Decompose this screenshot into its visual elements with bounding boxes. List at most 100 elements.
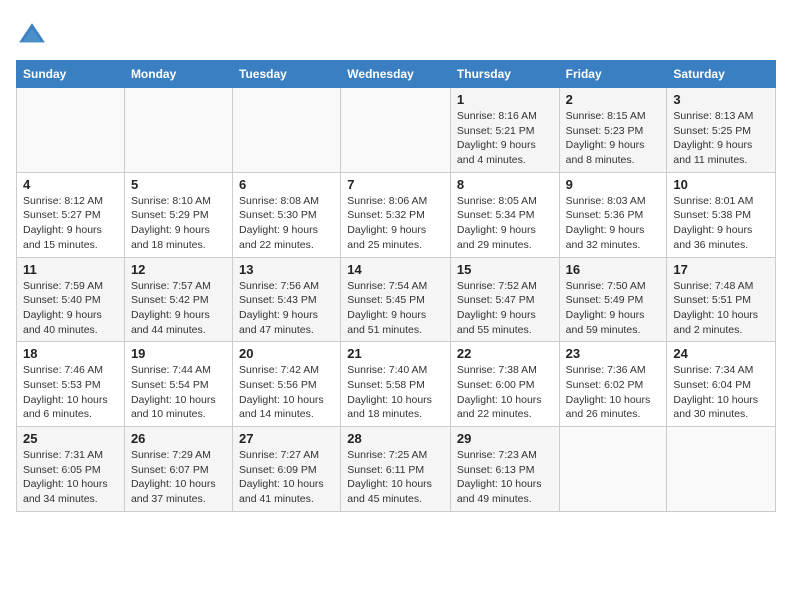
day-info: Sunrise: 8:12 AM Sunset: 5:27 PM Dayligh… (23, 194, 118, 253)
day-number: 10 (673, 177, 769, 192)
day-cell-10: 10 Sunrise: 8:01 AM Sunset: 5:38 PM Dayli… (667, 172, 776, 257)
day-cell-19: 19 Sunrise: 7:44 AM Sunset: 5:54 PM Dayli… (124, 342, 232, 427)
day-number: 15 (457, 262, 553, 277)
day-info: Sunrise: 8:01 AM Sunset: 5:38 PM Dayligh… (673, 194, 769, 253)
day-number: 11 (23, 262, 118, 277)
day-cell-29: 29 Sunrise: 7:23 AM Sunset: 6:13 PM Dayli… (450, 427, 559, 512)
day-info: Sunrise: 7:42 AM Sunset: 5:56 PM Dayligh… (239, 363, 334, 422)
day-cell-2: 2Sunrise: 8:15 AM Sunset: 5:23 PM Daylig… (559, 88, 667, 173)
day-info: Sunrise: 8:15 AM Sunset: 5:23 PM Dayligh… (566, 109, 661, 168)
day-cell-6: 6 Sunrise: 8:08 AM Sunset: 5:30 PM Daylig… (233, 172, 341, 257)
day-info: Sunrise: 7:57 AM Sunset: 5:42 PM Dayligh… (131, 279, 226, 338)
day-info: Sunrise: 8:16 AM Sunset: 5:21 PM Dayligh… (457, 109, 553, 168)
week-row-1: 1 Sunrise: 8:16 AM Sunset: 5:21 PM Daylig… (17, 88, 776, 173)
day-info: Sunrise: 7:36 AM Sunset: 6:02 PM Dayligh… (566, 363, 661, 422)
weekday-header-wednesday: Wednesday (341, 61, 451, 88)
day-number: 5 (131, 177, 226, 192)
day-cell-28: 28 Sunrise: 7:25 AM Sunset: 6:11 PM Dayli… (341, 427, 451, 512)
empty-cell (17, 88, 125, 173)
day-cell-25: 25Sunrise: 7:31 AM Sunset: 6:05 PM Dayli… (17, 427, 125, 512)
day-number: 21 (347, 346, 444, 361)
day-number: 25 (23, 431, 118, 446)
day-number: 9 (566, 177, 661, 192)
day-number: 4 (23, 177, 118, 192)
day-info: Sunrise: 7:29 AM Sunset: 6:07 PM Dayligh… (131, 448, 226, 507)
day-number: 28 (347, 431, 444, 446)
day-cell-9: 9 Sunrise: 8:03 AM Sunset: 5:36 PM Daylig… (559, 172, 667, 257)
day-info: Sunrise: 8:03 AM Sunset: 5:36 PM Dayligh… (566, 194, 661, 253)
day-number: 17 (673, 262, 769, 277)
day-number: 13 (239, 262, 334, 277)
day-number: 8 (457, 177, 553, 192)
day-info: Sunrise: 7:46 AM Sunset: 5:53 PM Dayligh… (23, 363, 118, 422)
weekday-header-row: SundayMondayTuesdayWednesdayThursdayFrid… (17, 61, 776, 88)
day-cell-3: 3Sunrise: 8:13 AM Sunset: 5:25 PM Daylig… (667, 88, 776, 173)
day-cell-24: 24 Sunrise: 7:34 AM Sunset: 6:04 PM Dayli… (667, 342, 776, 427)
day-info: Sunrise: 7:34 AM Sunset: 6:04 PM Dayligh… (673, 363, 769, 422)
day-info: Sunrise: 7:52 AM Sunset: 5:47 PM Dayligh… (457, 279, 553, 338)
day-cell-22: 22 Sunrise: 7:38 AM Sunset: 6:00 PM Dayli… (450, 342, 559, 427)
day-number: 16 (566, 262, 661, 277)
day-cell-5: 5 Sunrise: 8:10 AM Sunset: 5:29 PM Daylig… (124, 172, 232, 257)
day-info: Sunrise: 7:38 AM Sunset: 6:00 PM Dayligh… (457, 363, 553, 422)
day-cell-15: 15 Sunrise: 7:52 AM Sunset: 5:47 PM Dayli… (450, 257, 559, 342)
day-cell-20: 20 Sunrise: 7:42 AM Sunset: 5:56 PM Dayli… (233, 342, 341, 427)
calendar-table: SundayMondayTuesdayWednesdayThursdayFrid… (16, 60, 776, 512)
day-info: Sunrise: 8:05 AM Sunset: 5:34 PM Dayligh… (457, 194, 553, 253)
weekday-header-tuesday: Tuesday (233, 61, 341, 88)
day-info: Sunrise: 8:06 AM Sunset: 5:32 PM Dayligh… (347, 194, 444, 253)
empty-cell (667, 427, 776, 512)
day-cell-13: 13 Sunrise: 7:56 AM Sunset: 5:43 PM Dayli… (233, 257, 341, 342)
empty-cell (124, 88, 232, 173)
day-number: 7 (347, 177, 444, 192)
day-number: 22 (457, 346, 553, 361)
day-number: 29 (457, 431, 553, 446)
weekday-header-sunday: Sunday (17, 61, 125, 88)
weekday-header-thursday: Thursday (450, 61, 559, 88)
day-info: Sunrise: 7:40 AM Sunset: 5:58 PM Dayligh… (347, 363, 444, 422)
day-cell-7: 7 Sunrise: 8:06 AM Sunset: 5:32 PM Daylig… (341, 172, 451, 257)
day-number: 23 (566, 346, 661, 361)
day-cell-18: 18 Sunrise: 7:46 AM Sunset: 5:53 PM Dayli… (17, 342, 125, 427)
week-row-3: 11 Sunrise: 7:59 AM Sunset: 5:40 PM Dayli… (17, 257, 776, 342)
empty-cell (233, 88, 341, 173)
empty-cell (341, 88, 451, 173)
day-cell-4: 4 Sunrise: 8:12 AM Sunset: 5:27 PM Daylig… (17, 172, 125, 257)
week-row-5: 25Sunrise: 7:31 AM Sunset: 6:05 PM Dayli… (17, 427, 776, 512)
day-info: Sunrise: 7:54 AM Sunset: 5:45 PM Dayligh… (347, 279, 444, 338)
day-info: Sunrise: 7:25 AM Sunset: 6:11 PM Dayligh… (347, 448, 444, 507)
day-info: Sunrise: 8:10 AM Sunset: 5:29 PM Dayligh… (131, 194, 226, 253)
empty-cell (559, 427, 667, 512)
day-number: 20 (239, 346, 334, 361)
day-cell-1: 1 Sunrise: 8:16 AM Sunset: 5:21 PM Daylig… (450, 88, 559, 173)
day-info: Sunrise: 7:56 AM Sunset: 5:43 PM Dayligh… (239, 279, 334, 338)
day-info: Sunrise: 7:59 AM Sunset: 5:40 PM Dayligh… (23, 279, 118, 338)
weekday-header-saturday: Saturday (667, 61, 776, 88)
day-cell-23: 23 Sunrise: 7:36 AM Sunset: 6:02 PM Dayli… (559, 342, 667, 427)
day-number: 19 (131, 346, 226, 361)
day-number: 3 (673, 92, 769, 107)
day-number: 1 (457, 92, 553, 107)
day-info: Sunrise: 7:27 AM Sunset: 6:09 PM Dayligh… (239, 448, 334, 507)
day-number: 18 (23, 346, 118, 361)
day-info: Sunrise: 7:44 AM Sunset: 5:54 PM Dayligh… (131, 363, 226, 422)
day-number: 6 (239, 177, 334, 192)
day-cell-26: 26 Sunrise: 7:29 AM Sunset: 6:07 PM Dayli… (124, 427, 232, 512)
day-cell-8: 8 Sunrise: 8:05 AM Sunset: 5:34 PM Daylig… (450, 172, 559, 257)
day-number: 12 (131, 262, 226, 277)
day-cell-27: 27 Sunrise: 7:27 AM Sunset: 6:09 PM Dayli… (233, 427, 341, 512)
day-info: Sunrise: 7:48 AM Sunset: 5:51 PM Dayligh… (673, 279, 769, 338)
day-number: 27 (239, 431, 334, 446)
week-row-2: 4 Sunrise: 8:12 AM Sunset: 5:27 PM Daylig… (17, 172, 776, 257)
day-cell-21: 21 Sunrise: 7:40 AM Sunset: 5:58 PM Dayli… (341, 342, 451, 427)
day-number: 14 (347, 262, 444, 277)
page-header (16, 16, 776, 52)
logo (16, 20, 52, 52)
day-info: Sunrise: 8:08 AM Sunset: 5:30 PM Dayligh… (239, 194, 334, 253)
day-cell-12: 12 Sunrise: 7:57 AM Sunset: 5:42 PM Dayli… (124, 257, 232, 342)
day-cell-14: 14 Sunrise: 7:54 AM Sunset: 5:45 PM Dayli… (341, 257, 451, 342)
day-number: 26 (131, 431, 226, 446)
day-number: 24 (673, 346, 769, 361)
day-info: Sunrise: 7:50 AM Sunset: 5:49 PM Dayligh… (566, 279, 661, 338)
day-info: Sunrise: 7:23 AM Sunset: 6:13 PM Dayligh… (457, 448, 553, 507)
